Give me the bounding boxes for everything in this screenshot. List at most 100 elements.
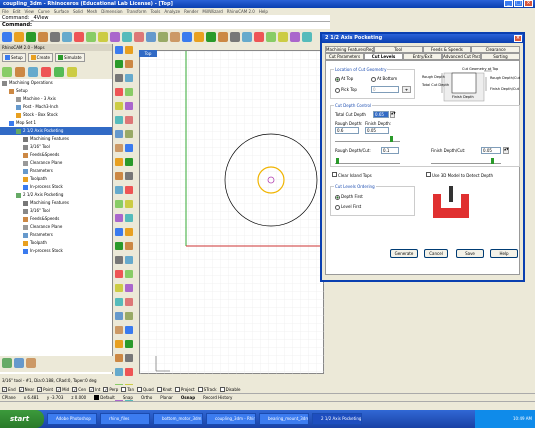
level-first-radio[interactable]: Level First	[335, 204, 361, 210]
vertical-tool-icon[interactable]	[125, 340, 133, 348]
tab-simulate[interactable]: Simulate	[54, 53, 85, 62]
vertical-tool-icon[interactable]	[115, 214, 123, 222]
toolbar-tool-icon[interactable]	[74, 32, 84, 42]
menu-view[interactable]: View	[24, 8, 34, 15]
osnap-int[interactable]: Int	[89, 386, 100, 392]
vertical-tool-icon[interactable]	[125, 368, 133, 376]
rough-finish-slider-thumb[interactable]	[390, 136, 393, 142]
osnap-knot[interactable]: Knot	[156, 386, 172, 392]
tree-node[interactable]: Clearance Plane	[0, 223, 112, 231]
total-depth-spinner[interactable]: ▲▼	[390, 111, 396, 118]
osnap-strack[interactable]: STrack	[197, 386, 217, 392]
toolbar-tool-icon[interactable]	[2, 32, 12, 42]
toolbar-tool-icon[interactable]	[254, 32, 264, 42]
status-cplane[interactable]: CPlane	[2, 395, 16, 400]
toolbar-tool-icon[interactable]	[302, 32, 312, 42]
status-layer[interactable]: Default	[94, 394, 115, 400]
rough-depth-input[interactable]: 0.6	[335, 127, 359, 134]
vertical-tool-icon[interactable]	[125, 242, 133, 250]
rough-depth-cut-thumb[interactable]	[336, 158, 339, 164]
toolpath-icon[interactable]	[28, 67, 38, 77]
rough-depth-cut-slider[interactable]	[335, 158, 400, 164]
tab-machining-features-regions[interactable]: Machining Features/Regions	[325, 46, 374, 53]
menu-dimension[interactable]: Dimension	[101, 8, 122, 15]
clear-island-tops-checkbox[interactable]: Clear Island Tops	[332, 172, 372, 178]
toolbar-tool-icon[interactable]	[26, 32, 36, 42]
toolbar-tool-icon[interactable]	[182, 32, 192, 42]
menu-edit[interactable]: Edit	[13, 8, 21, 15]
tree-node[interactable]: 2 1/2 Axis Pocketing	[0, 127, 112, 135]
vertical-tool-icon[interactable]	[115, 200, 123, 208]
toolbar-tool-icon[interactable]	[230, 32, 240, 42]
toolbar-tool-icon[interactable]	[110, 32, 120, 42]
tree-node[interactable]: Toolpath	[0, 175, 112, 183]
finish-depth-cut-thumb[interactable]	[491, 158, 494, 164]
toolbar-tool-icon[interactable]	[38, 32, 48, 42]
at-bottom-radio[interactable]: At Bottom	[371, 76, 397, 82]
vertical-tool-icon[interactable]	[115, 326, 123, 334]
at-top-radio[interactable]: At Top	[335, 76, 353, 82]
toolbar-tool-icon[interactable]	[278, 32, 288, 42]
dialog-close-button[interactable]: ×	[514, 35, 522, 42]
list-icon[interactable]	[14, 358, 24, 368]
vertical-tool-icon[interactable]	[115, 60, 123, 68]
tree-node[interactable]: Machining Features	[0, 199, 112, 207]
osnap-quad[interactable]: Quad	[137, 386, 154, 392]
depth-first-radio[interactable]: Depth First	[335, 194, 363, 200]
osnap-disable[interactable]: Disable	[219, 386, 240, 392]
status-history[interactable]: Record History	[203, 395, 232, 400]
tree-node[interactable]: Toolpath	[0, 239, 112, 247]
tab-entry-exit[interactable]: Entry/Exit	[403, 53, 442, 60]
tab-tool[interactable]: Tool	[373, 46, 423, 53]
taskbar-task[interactable]: Adobe Photoshop	[47, 413, 97, 425]
vertical-tool-icon[interactable]	[125, 60, 133, 68]
properties-icon[interactable]	[26, 358, 36, 368]
rough-finish-slider[interactable]	[335, 136, 400, 142]
toolbar-tool-icon[interactable]	[14, 32, 24, 42]
menu-curve[interactable]: Curve	[38, 8, 50, 15]
vertical-tool-icon[interactable]	[125, 102, 133, 110]
vertical-tool-icon[interactable]	[125, 74, 133, 82]
vertical-tool-icon[interactable]	[115, 158, 123, 166]
help-button[interactable]: Help	[490, 249, 518, 258]
vertical-tool-icon[interactable]	[125, 130, 133, 138]
vertical-tool-icon[interactable]	[125, 116, 133, 124]
tree-node[interactable]: Parameters	[0, 231, 112, 239]
tree-node[interactable]: In-process Stock	[0, 247, 112, 255]
vertical-tool-icon[interactable]	[125, 270, 133, 278]
save-button[interactable]: Save	[456, 249, 484, 258]
taskbar-task[interactable]: bearing_mount_3dm	[259, 413, 309, 425]
vertical-tool-icon[interactable]	[115, 144, 123, 152]
tab-cut-levels[interactable]: Cut Levels	[364, 53, 403, 60]
toolbar-tool-icon[interactable]	[242, 32, 252, 42]
vertical-tool-icon[interactable]	[115, 88, 123, 96]
tree-node[interactable]: Setup	[0, 87, 112, 95]
view-icon[interactable]	[2, 358, 12, 368]
toolbar-tool-icon[interactable]	[206, 32, 216, 42]
vertical-tool-icon[interactable]	[125, 214, 133, 222]
osnap-project[interactable]: Project	[174, 386, 195, 392]
vertical-tool-icon[interactable]	[115, 368, 123, 376]
vertical-tool-icon[interactable]	[125, 200, 133, 208]
tree-node[interactable]: Clearance Plane	[0, 159, 112, 167]
tree-node[interactable]: Feeds&Speeds	[0, 215, 112, 223]
finish-depth-input[interactable]: 0.05	[365, 127, 389, 134]
osnap-mid[interactable]: Mid	[56, 386, 69, 392]
vertical-tool-icon[interactable]	[115, 242, 123, 250]
vertical-tool-icon[interactable]	[125, 256, 133, 264]
vertical-tool-icon[interactable]	[115, 354, 123, 362]
vertical-tool-icon[interactable]	[115, 74, 123, 82]
tree-node[interactable]: 2 1/2 Axis Pocketing	[0, 191, 112, 199]
taskbar-task[interactable]: coupling_3dm - Rhino...	[206, 413, 256, 425]
vertical-tool-icon[interactable]	[115, 186, 123, 194]
pick-top-radio[interactable]: Pick Top	[335, 87, 357, 93]
toolbar-tool-icon[interactable]	[146, 32, 156, 42]
vertical-tool-icon[interactable]	[125, 312, 133, 320]
vertical-tool-icon[interactable]	[115, 102, 123, 110]
vertical-tool-icon[interactable]	[125, 158, 133, 166]
toolbar-tool-icon[interactable]	[194, 32, 204, 42]
delete-icon[interactable]	[41, 67, 51, 77]
vertical-tool-icon[interactable]	[125, 46, 133, 54]
finish-depth-cut-input[interactable]: 0.05	[481, 147, 501, 154]
tree-node[interactable]: Machining Operations	[0, 79, 112, 87]
